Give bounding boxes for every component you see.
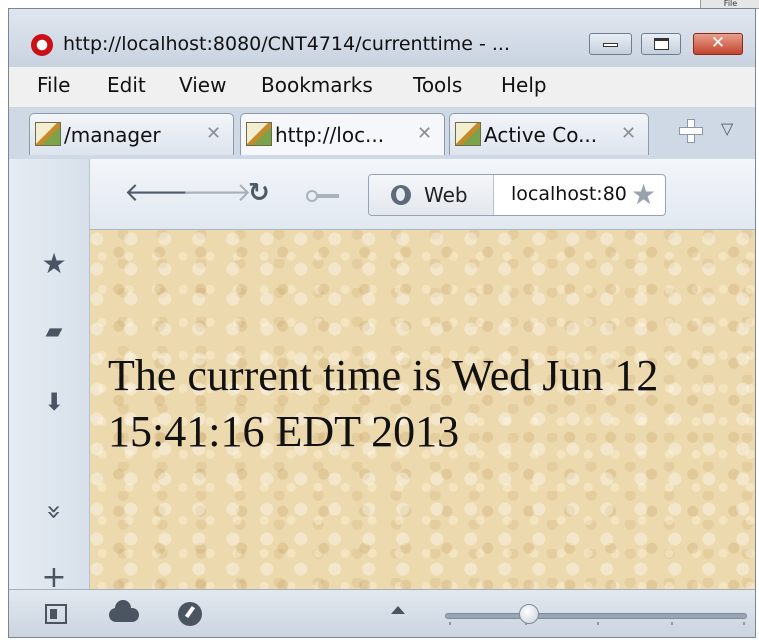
current-time-text: The current time is Wed Jun 12 15:41:16 … [108,351,659,456]
tab-close-icon[interactable]: ✕ [206,123,221,144]
minimize-icon [603,43,618,47]
address-bar[interactable]: Web localhost:8080/CNT4714/currenttime ★ [368,174,666,216]
side-panel: ★ ▰ ⬇ » + [9,159,90,589]
tomcat-favicon-icon [455,122,481,146]
close-icon: ✕ [710,33,726,53]
title-bar: http://localhost:8080/CNT4714/currenttim… [9,9,755,67]
tab-strip: /manager ✕ http://loc... ✕ Active Co... … [9,107,755,159]
tab-label: http://loc... [275,123,385,147]
zoom-slider-thumb[interactable] [519,604,539,624]
menu-file[interactable]: File [37,73,70,97]
forward-arrow-icon[interactable]: 🡒 [182,179,252,207]
menu-edit[interactable]: Edit [107,73,146,97]
bookmark-star-icon[interactable]: ★ [631,180,656,210]
tab-close-icon[interactable]: ✕ [417,123,432,144]
tomcat-favicon-icon [246,122,272,146]
url-field[interactable]: localhost:8080/CNT4714/currenttime [511,183,626,205]
menu-bar: File Edit View Bookmarks Tools Help [9,67,755,107]
tab-active-connections[interactable]: Active Co... ✕ [449,113,649,155]
browser-window: http://localhost:8080/CNT4714/currenttim… [8,8,756,638]
menu-help[interactable]: Help [501,73,547,97]
menu-tools[interactable]: Tools [413,73,462,97]
tomcat-favicon-icon [35,122,61,146]
zoom-tick [449,622,451,625]
maximize-icon [654,38,669,50]
zoom-tick [743,622,745,625]
key-icon[interactable] [306,190,346,202]
tab-currenttime[interactable]: http://loc... ✕ [240,113,445,155]
zoom-slider-track[interactable] [445,613,747,619]
close-window-button[interactable]: ✕ [693,33,743,55]
menu-view[interactable]: View [179,73,226,97]
menu-bookmarks[interactable]: Bookmarks [261,73,373,97]
zoom-tick [597,622,599,625]
tab-list-chevron-down-icon[interactable]: ▽ [721,119,733,138]
opera-logo-icon[interactable] [31,34,53,56]
new-tab-plus-icon[interactable] [677,117,703,143]
turbo-gauge-icon[interactable] [178,602,202,626]
notes-icon[interactable]: ▰ [39,317,69,347]
search-engine-label: Web [424,183,468,207]
add-panel-icon[interactable]: + [39,563,69,587]
bookmarks-star-icon[interactable]: ★ [39,249,69,279]
tab-label: /manager [64,123,161,147]
panel-toggle-icon[interactable] [45,604,67,624]
zoom-arrow-up-icon[interactable] [391,606,405,614]
more-chevron-icon[interactable]: » [39,497,69,527]
opera-link-cloud-icon[interactable] [109,600,139,622]
reload-icon[interactable]: ↻ [248,179,270,207]
minimize-button[interactable] [589,33,632,55]
navigation-bar: 🡐 🡒 ↻ Web localhost:8080/CNT4714/current… [90,159,755,230]
status-bar [9,589,755,637]
window-title: http://localhost:8080/CNT4714/currenttim… [63,33,511,55]
zoom-tick [671,622,673,625]
downloads-icon[interactable]: ⬇ [39,387,69,417]
tab-label: Active Co... [484,123,598,147]
search-engine-selector[interactable]: Web [369,175,494,215]
globe-icon [391,185,411,205]
tab-manager[interactable]: /manager ✕ [29,113,234,155]
maximize-button[interactable] [641,33,681,55]
page-content: The current time is Wed Jun 12 15:41:16 … [90,230,755,589]
tab-close-icon[interactable]: ✕ [621,123,636,144]
